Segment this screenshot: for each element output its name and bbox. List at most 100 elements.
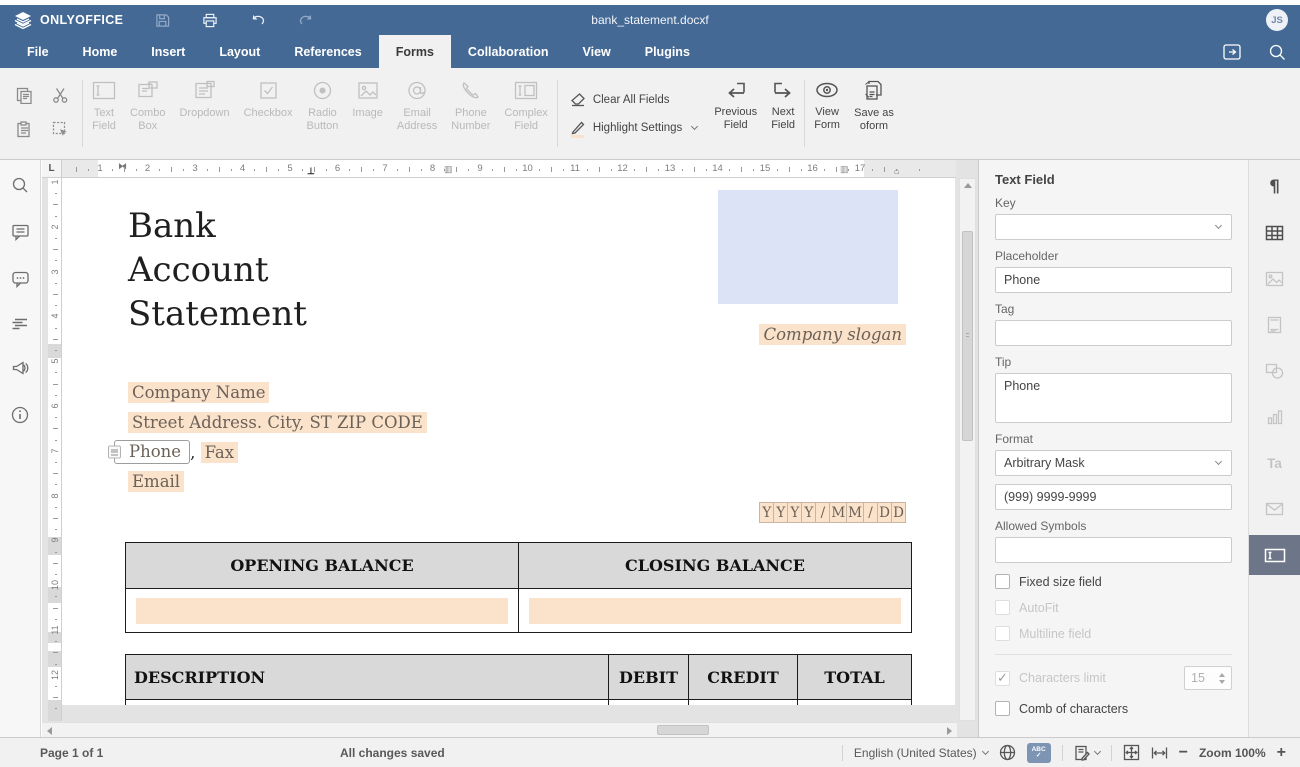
shape-settings-icon[interactable] [1249,360,1300,382]
tab-forms[interactable]: Forms [379,35,451,68]
image-button[interactable]: Image [345,80,390,120]
tab-references[interactable]: References [277,35,378,68]
tab-insert[interactable]: Insert [134,35,202,68]
feedback-icon[interactable] [11,360,30,377]
format-select[interactable]: Arbitrary Mask [995,450,1232,476]
phone-number-button[interactable]: Phone Number [444,80,497,132]
page-indicator[interactable]: Page 1 of 1 [40,746,103,760]
checkbox-button[interactable]: Checkbox [237,80,300,120]
chat-icon[interactable] [11,270,30,288]
scroll-left-arrow[interactable] [47,727,52,735]
horizontal-ruler[interactable]: ⧓ ⊥ ▥ ▥ ⌂ 1234567891011121314151617 [62,160,956,178]
tab-collaboration[interactable]: Collaboration [451,35,566,68]
scroll-right-arrow[interactable] [947,727,952,735]
save-icon[interactable] [155,13,170,28]
avatar[interactable]: JS [1266,9,1288,31]
vertical-scroll-thumb[interactable] [962,231,973,441]
checkbox-box[interactable] [995,574,1010,589]
navigation-headings-icon[interactable] [11,317,29,331]
allowed-symbols-input[interactable] [995,537,1232,563]
comb-of-characters-checkbox[interactable]: Comb of characters [995,701,1232,716]
about-icon[interactable] [11,406,29,424]
field-drag-handle[interactable] [108,446,121,459]
closing-balance-field[interactable] [529,598,901,624]
tab-plugins[interactable]: Plugins [628,35,707,68]
tag-input[interactable] [995,320,1232,346]
date-comb-field[interactable]: YYYY/MM/DD [760,502,906,523]
right-indent-marker[interactable]: ⌂ [894,166,899,176]
view-form-button[interactable]: View Form [807,80,847,131]
text-art-icon[interactable]: Ta [1249,452,1300,474]
vertical-scrollbar[interactable] [959,178,976,721]
open-file-location-icon[interactable] [1222,43,1242,61]
scroll-up-arrow[interactable] [964,183,972,188]
checkbox-box[interactable] [995,701,1010,716]
complex-field-button[interactable]: Complex Field [497,80,554,132]
horizontal-scroll-thumb[interactable] [657,725,709,735]
tab-stop-selector[interactable]: L [42,160,62,178]
previous-field-button[interactable]: Previous Field [707,80,764,131]
email-address-button[interactable]: Email Address [390,80,444,132]
track-changes-icon[interactable] [1074,745,1100,761]
tab-home[interactable]: Home [66,35,135,68]
spell-checking-icon[interactable]: ABC✓ [1027,743,1051,763]
radio-button-button[interactable]: Radio Button [300,80,346,132]
company-name-field[interactable]: Company Name [128,382,269,403]
image-settings-icon[interactable] [1249,268,1300,290]
paragraph-settings-icon[interactable]: ¶ [1249,176,1300,198]
placeholder-input[interactable]: Phone [995,267,1232,293]
headers-footers-icon[interactable] [1249,314,1300,336]
key-select[interactable] [995,214,1232,240]
comments-icon[interactable] [11,223,30,241]
select-all-icon[interactable] [52,121,69,138]
logo-image-placeholder[interactable] [718,190,898,304]
save-as-oform-button[interactable]: Save as oform [847,80,901,132]
search-icon[interactable] [1268,43,1286,61]
checkbox-box[interactable] [995,671,1010,686]
combo-box-button[interactable]: Combo Box [123,80,172,132]
multiline-field-checkbox[interactable]: Multiline field [995,626,1232,641]
fit-page-icon[interactable] [1123,744,1140,761]
text-field-button[interactable]: Text Field [85,80,123,132]
zoom-out-icon[interactable]: − [1179,744,1188,762]
indent-marker[interactable]: ⧓ [118,161,127,172]
chart-settings-icon[interactable] [1249,406,1300,428]
undo-icon[interactable] [250,13,266,27]
paste-icon[interactable] [16,121,33,138]
mail-merge-icon[interactable] [1249,498,1300,520]
characters-limit-checkbox[interactable]: Characters limit [995,671,1106,686]
fit-width-icon[interactable] [1151,746,1168,760]
redo-icon[interactable] [298,13,314,27]
tab-file[interactable]: File [10,35,66,68]
search-panel-icon[interactable] [11,176,29,194]
mask-input[interactable]: (999) 9999-9999 [995,484,1232,510]
vertical-ruler[interactable]: 123456789101112 [48,178,62,721]
spinner-up-icon[interactable] [1219,673,1225,677]
form-settings-icon[interactable] [1249,535,1300,575]
checkbox-box[interactable] [995,626,1010,641]
document-page[interactable]: Bank Account Statement Company slogan Co… [62,178,955,705]
print-icon[interactable] [202,13,218,28]
autofit-checkbox[interactable]: AutoFit [995,600,1232,615]
tab-view[interactable]: View [565,35,627,68]
tab-layout[interactable]: Layout [202,35,277,68]
checkbox-box[interactable] [995,600,1010,615]
company-slogan-field[interactable]: Company slogan [759,324,906,345]
opening-balance-field[interactable] [136,598,508,624]
phone-field-selected[interactable]: Phone [114,440,190,464]
spinner-down-icon[interactable] [1219,680,1225,684]
tip-input[interactable]: Phone [995,373,1232,423]
copy-icon[interactable] [16,87,33,104]
dropdown-button[interactable]: Dropdown [172,80,236,120]
zoom-in-icon[interactable]: + [1277,744,1286,762]
horizontal-scrollbar[interactable] [42,722,957,737]
fixed-size-field-checkbox[interactable]: Fixed size field [995,574,1232,589]
clear-all-fields-button[interactable]: Clear All Fields [570,92,698,107]
fax-field[interactable]: Fax [201,442,238,463]
table-settings-icon[interactable] [1249,222,1300,244]
set-language-icon[interactable] [999,744,1016,761]
street-address-field[interactable]: Street Address. City, ST ZIP CODE [128,412,427,433]
characters-limit-spinner[interactable]: 15 [1184,666,1232,690]
cut-icon[interactable] [52,87,69,104]
language-selector[interactable]: English (United States) [854,746,988,760]
